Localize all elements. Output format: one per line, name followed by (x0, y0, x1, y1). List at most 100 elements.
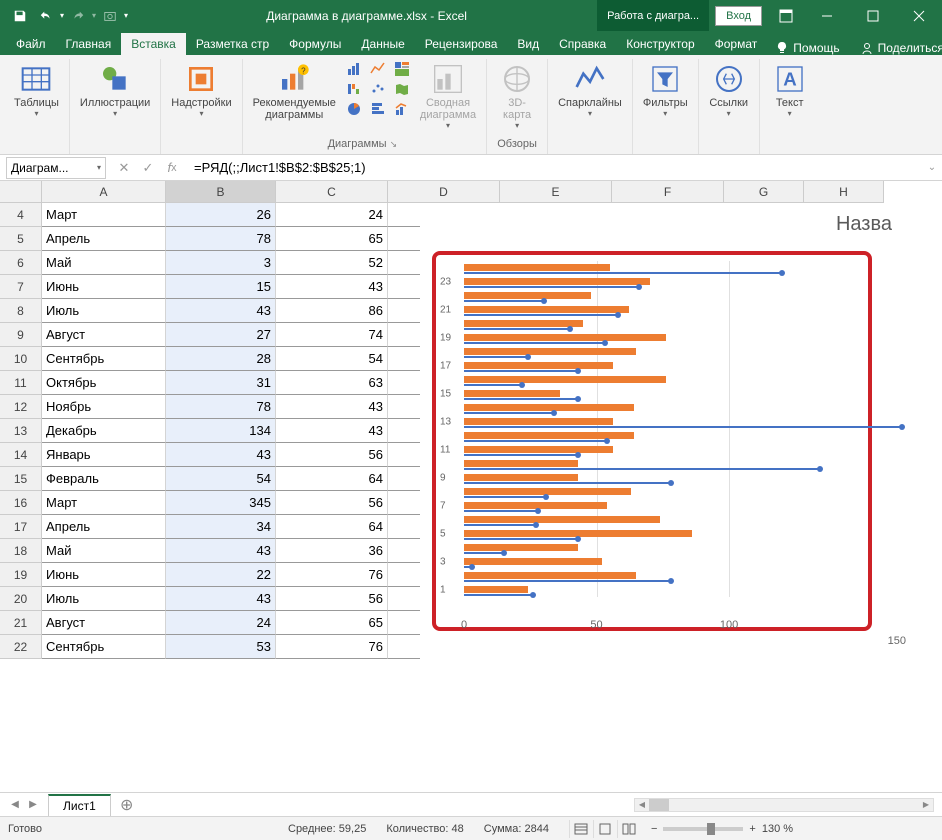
illustrations-button[interactable]: Иллюстрации ▾ (76, 59, 154, 118)
cell[interactable]: 24 (276, 203, 388, 227)
column-header-B[interactable]: B (166, 181, 276, 203)
chart-bar-series2[interactable] (464, 559, 862, 564)
chart-bar-series2[interactable] (464, 531, 862, 536)
tab-help[interactable]: Справка (549, 33, 616, 55)
chart-bar-series2[interactable] (464, 405, 862, 410)
chart-bar-series2[interactable] (464, 335, 862, 340)
share-button[interactable]: Поделиться (848, 41, 942, 55)
row-header-7[interactable]: 7 (0, 275, 42, 299)
cell[interactable]: 26 (166, 203, 276, 227)
page-layout-view-button[interactable] (593, 820, 617, 838)
cell[interactable]: Август (42, 323, 166, 347)
chart-bar-series1[interactable] (464, 482, 671, 484)
cell[interactable]: 64 (276, 515, 388, 539)
chart-bar-series1[interactable] (464, 342, 605, 344)
cancel-formula-button[interactable]: ✕ (112, 157, 136, 179)
chart-bar-series1[interactable] (464, 384, 522, 386)
row-header-19[interactable]: 19 (0, 563, 42, 587)
cell[interactable]: 64 (276, 467, 388, 491)
row-header-13[interactable]: 13 (0, 419, 42, 443)
pivot-chart-button[interactable]: Сводная диаграмма ▾ (416, 59, 480, 130)
scroll-right-button[interactable]: ▶ (919, 799, 933, 811)
column-header-F[interactable]: F (612, 181, 724, 203)
zoom-percent[interactable]: 130 % (762, 823, 793, 835)
map-chart-icon[interactable] (390, 79, 414, 99)
undo-button[interactable] (34, 4, 58, 28)
column-header-E[interactable]: E (500, 181, 612, 203)
row-header-5[interactable]: 5 (0, 227, 42, 251)
cell[interactable]: Апрель (42, 227, 166, 251)
cell[interactable]: 76 (276, 563, 388, 587)
cell[interactable]: 65 (276, 227, 388, 251)
row-header-17[interactable]: 17 (0, 515, 42, 539)
tab-insert[interactable]: Вставка (121, 33, 186, 55)
chart-bar-series2[interactable] (464, 475, 862, 480)
chart-bar-series2[interactable] (464, 419, 862, 424)
cell[interactable]: 36 (276, 539, 388, 563)
cell[interactable]: 65 (276, 611, 388, 635)
select-all-corner[interactable] (0, 181, 42, 203)
chart-bar-series1[interactable] (464, 454, 578, 456)
cell[interactable]: 43 (276, 395, 388, 419)
cell[interactable]: 31 (166, 371, 276, 395)
row-header-9[interactable]: 9 (0, 323, 42, 347)
cell[interactable]: 27 (166, 323, 276, 347)
chart-bar-series1[interactable] (464, 580, 671, 582)
camera-button[interactable] (98, 4, 122, 28)
chart-bar-series1[interactable] (464, 300, 544, 302)
cell[interactable]: 43 (276, 275, 388, 299)
cell[interactable]: Май (42, 539, 166, 563)
chart-bar-series2[interactable] (464, 433, 862, 438)
cell[interactable]: 56 (276, 491, 388, 515)
cell[interactable]: 345 (166, 491, 276, 515)
filters-button[interactable]: Фильтры ▾ (639, 59, 692, 118)
column-header-G[interactable]: G (724, 181, 804, 203)
row-header-4[interactable]: 4 (0, 203, 42, 227)
cell[interactable]: 134 (166, 419, 276, 443)
tab-chart-design[interactable]: Конструктор (616, 33, 704, 55)
cell[interactable]: Апрель (42, 515, 166, 539)
chart-bar-series1[interactable] (464, 496, 546, 498)
cell[interactable]: 34 (166, 515, 276, 539)
cell[interactable]: 78 (166, 395, 276, 419)
row-header-11[interactable]: 11 (0, 371, 42, 395)
sparklines-button[interactable]: Спарклайны ▾ (554, 59, 626, 118)
row-header-14[interactable]: 14 (0, 443, 42, 467)
cell[interactable]: 54 (276, 347, 388, 371)
chart-bar-series1[interactable] (464, 272, 782, 274)
pie-chart-icon[interactable] (342, 99, 366, 119)
cell[interactable]: Июль (42, 587, 166, 611)
chart-bar-series2[interactable] (464, 587, 862, 592)
undo-dropdown[interactable]: ▾ (60, 11, 64, 20)
chart-bar-series1[interactable] (464, 440, 607, 442)
row-header-16[interactable]: 16 (0, 491, 42, 515)
chart-bar-series2[interactable] (464, 545, 862, 550)
cell[interactable]: Декабрь (42, 419, 166, 443)
row-header-12[interactable]: 12 (0, 395, 42, 419)
row-header-6[interactable]: 6 (0, 251, 42, 275)
tab-page-layout[interactable]: Разметка стр (186, 33, 279, 55)
chart-bar-series1[interactable] (464, 524, 536, 526)
chart-bar-series1[interactable] (464, 398, 578, 400)
normal-view-button[interactable] (569, 820, 593, 838)
waterfall-chart-icon[interactable] (342, 79, 366, 99)
cell[interactable]: 3 (166, 251, 276, 275)
cell[interactable]: 74 (276, 323, 388, 347)
redo-button[interactable] (66, 4, 90, 28)
cell[interactable]: Сентябрь (42, 635, 166, 659)
chart-plot-area[interactable]: 0 50 100 1357911131517192123 (464, 261, 862, 597)
sheet-tab-1[interactable]: Лист1 (48, 794, 111, 816)
cell[interactable]: 56 (276, 443, 388, 467)
sheet-nav-next[interactable]: ▶ (24, 796, 42, 814)
row-header-21[interactable]: 21 (0, 611, 42, 635)
chart-bar-series1[interactable] (464, 468, 820, 470)
worksheet-grid[interactable]: ABCDEFGH 4567891011121314151617181920212… (0, 181, 942, 792)
cell[interactable]: Июль (42, 299, 166, 323)
chart-bar-series1[interactable] (464, 370, 578, 372)
row-header-22[interactable]: 22 (0, 635, 42, 659)
minimize-button[interactable] (804, 0, 850, 31)
chart-bar-series2[interactable] (464, 503, 862, 508)
cell[interactable]: 43 (166, 587, 276, 611)
tables-button[interactable]: Таблицы ▾ (10, 59, 63, 118)
cell[interactable]: Март (42, 491, 166, 515)
